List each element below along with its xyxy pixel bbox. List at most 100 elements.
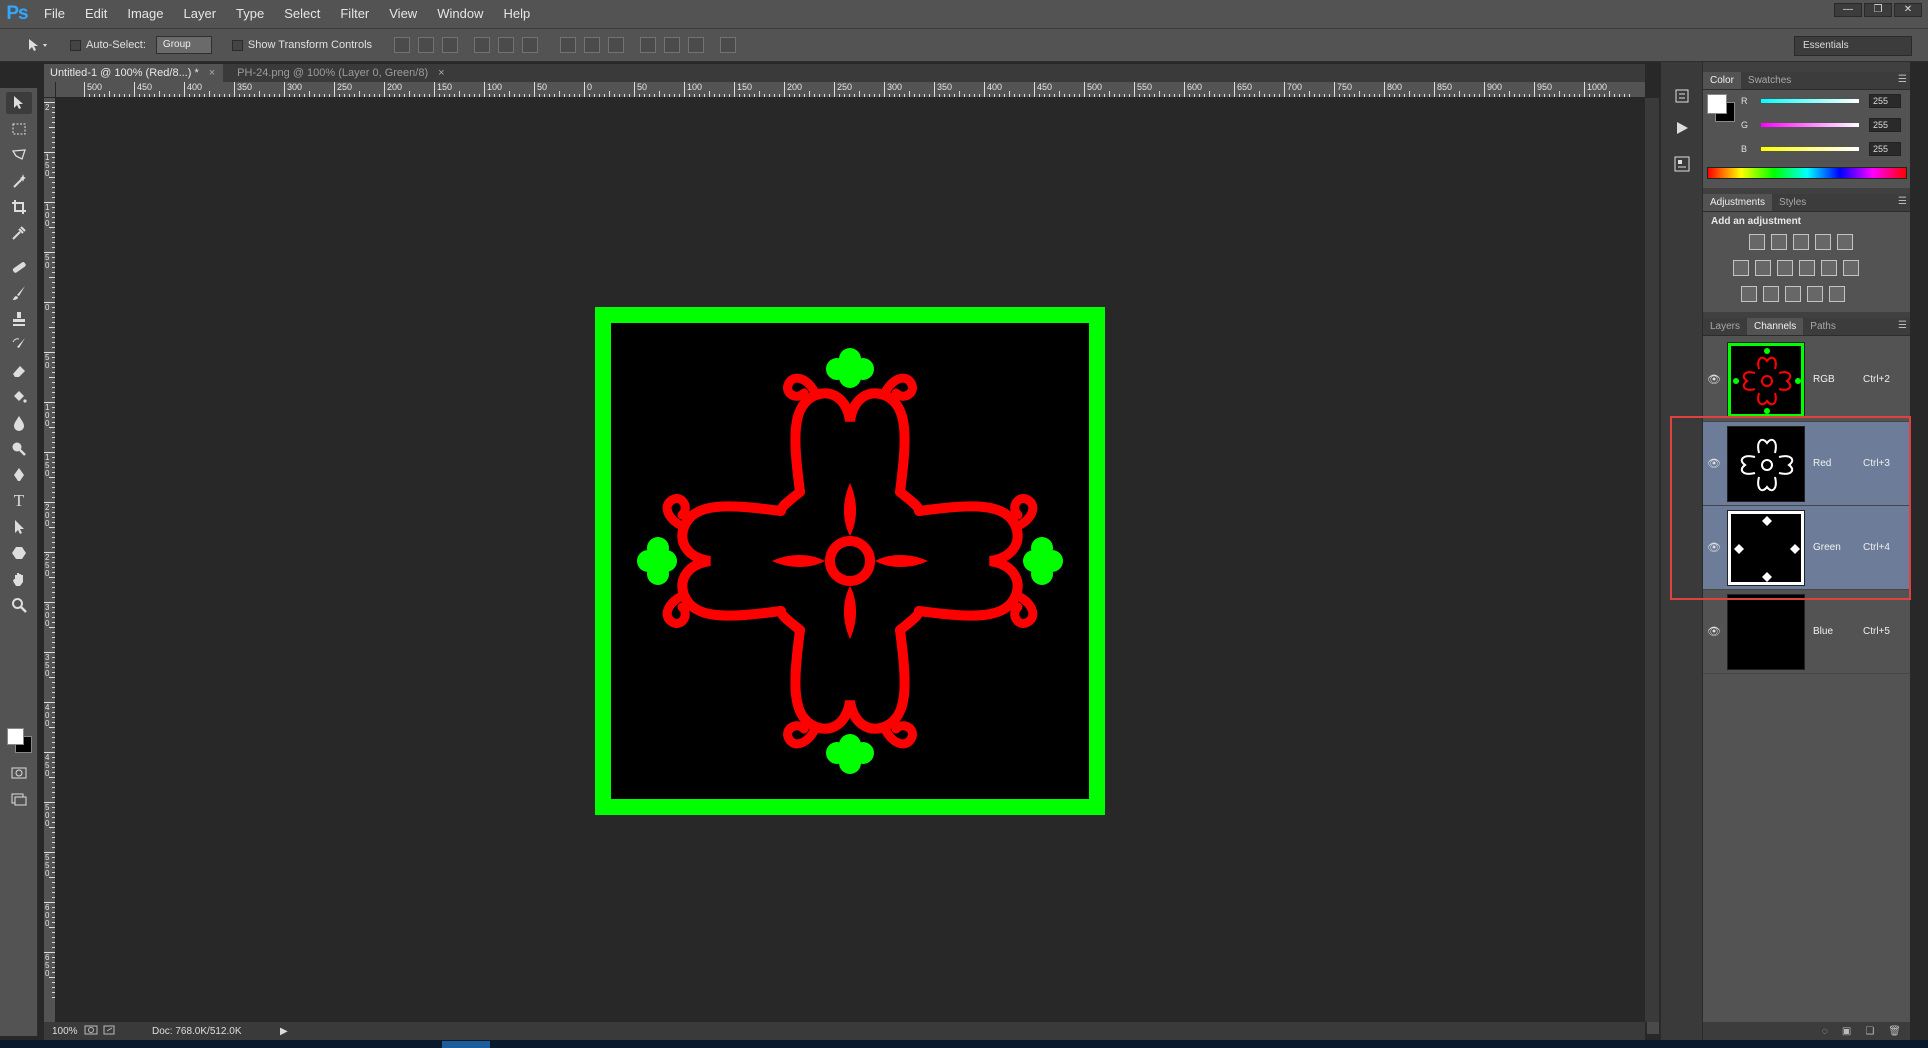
shape-icon[interactable]: [6, 542, 32, 564]
black-white-icon[interactable]: [1777, 260, 1793, 276]
tab-channels[interactable]: Channels: [1747, 318, 1804, 335]
history-brush-icon[interactable]: [6, 334, 32, 356]
photo-filter-icon[interactable]: [1799, 260, 1815, 276]
levels-icon[interactable]: [1771, 234, 1787, 250]
taskbar-active-item[interactable]: [442, 1041, 490, 1048]
lasso-icon[interactable]: [6, 144, 32, 166]
stamp-icon[interactable]: [6, 308, 32, 330]
align-hcenter-icon[interactable]: [498, 37, 515, 53]
foreground-color-swatch[interactable]: [7, 728, 24, 745]
menu-image[interactable]: Image: [117, 0, 173, 28]
zoom-level-field[interactable]: 100%: [44, 1026, 84, 1037]
visibility-eye-icon[interactable]: 👁: [1703, 625, 1725, 638]
status-menu-arrow[interactable]: ▶: [280, 1026, 288, 1037]
invert-icon[interactable]: [1741, 286, 1757, 302]
document-canvas[interactable]: [595, 307, 1105, 815]
color-foreground-swatch[interactable]: [1707, 94, 1727, 114]
menu-help[interactable]: Help: [493, 0, 540, 28]
tab-styles[interactable]: Styles: [1772, 194, 1813, 211]
visibility-eye-icon[interactable]: 👁: [1703, 373, 1725, 386]
move-tool-preset-icon[interactable]: [22, 34, 56, 56]
channel-row-blue[interactable]: 👁 Blue Ctrl+5: [1703, 590, 1911, 674]
menu-type[interactable]: Type: [226, 0, 274, 28]
align-vcenter-icon[interactable]: [418, 37, 435, 53]
threshold-icon[interactable]: [1785, 286, 1801, 302]
blur-icon[interactable]: [6, 412, 32, 434]
auto-select-checkbox[interactable]: Auto-Select:: [70, 39, 146, 51]
curves-icon[interactable]: [1793, 234, 1809, 250]
slider-g[interactable]: [1761, 123, 1859, 127]
tab-untitled[interactable]: Untitled-1 @ 100% (Red/8...) * ×: [44, 64, 224, 82]
actions-play-icon[interactable]: [1669, 116, 1695, 140]
panel-menu-icon[interactable]: ☰: [1898, 74, 1907, 85]
dodge-icon[interactable]: [6, 438, 32, 460]
menu-select[interactable]: Select: [274, 0, 330, 28]
channel-mixer-icon[interactable]: [1821, 260, 1837, 276]
healing-icon[interactable]: [6, 256, 32, 278]
vertical-ruler[interactable]: 2 1 5 0 1 0 0 5 0 0 5 0 1 0 0 1 5 0 2 0 0 2 5 0 3 …: [44, 98, 56, 1022]
transform-controls-checkbox[interactable]: Show Transform Controls: [231, 39, 372, 51]
auto-select-box[interactable]: [70, 39, 81, 51]
distribute-left-icon[interactable]: [640, 37, 657, 53]
marquee-icon[interactable]: [6, 118, 32, 140]
history-panel-icon[interactable]: [1669, 84, 1695, 108]
close-button[interactable]: ✕: [1894, 3, 1922, 17]
auto-select-dropdown[interactable]: Group: [155, 36, 212, 54]
tab-color[interactable]: Color: [1703, 72, 1741, 89]
menu-view[interactable]: View: [379, 0, 427, 28]
menu-filter[interactable]: Filter: [330, 0, 379, 28]
selective-color-icon[interactable]: [1807, 286, 1823, 302]
properties-panel-icon[interactable]: [1669, 152, 1695, 176]
menu-edit[interactable]: Edit: [75, 0, 117, 28]
eraser-icon[interactable]: [6, 360, 32, 382]
quick-mask-icon[interactable]: [6, 762, 32, 784]
posterize-icon[interactable]: [1763, 286, 1779, 302]
brightness-icon[interactable]: [1749, 234, 1765, 250]
menu-file[interactable]: File: [34, 0, 75, 28]
close-tab-icon[interactable]: ×: [209, 64, 215, 82]
new-channel-icon[interactable]: ❏: [1865, 1026, 1874, 1037]
restore-button[interactable]: ❐: [1864, 3, 1892, 17]
vertical-scrollbar[interactable]: [1645, 98, 1659, 1022]
zoom-icon[interactable]: [6, 594, 32, 616]
slider-r[interactable]: [1761, 99, 1859, 103]
tab-paths[interactable]: Paths: [1803, 318, 1843, 335]
save-selection-icon[interactable]: ▣: [1842, 1026, 1851, 1037]
align-bottom-icon[interactable]: [442, 37, 459, 53]
ruler-corner[interactable]: [44, 82, 56, 98]
panel-menu-icon[interactable]: ☰: [1898, 320, 1907, 331]
magic-wand-icon[interactable]: [6, 170, 32, 192]
distribute-top-icon[interactable]: [560, 37, 577, 53]
load-selection-icon[interactable]: ◌: [1822, 1026, 1828, 1037]
distribute-bottom-icon[interactable]: [608, 37, 625, 53]
value-g[interactable]: 255: [1869, 118, 1901, 132]
value-r[interactable]: 255: [1869, 94, 1901, 108]
hue-saturation-icon[interactable]: [1733, 260, 1749, 276]
auto-align-icon[interactable]: [720, 37, 737, 53]
type-icon[interactable]: T: [6, 490, 32, 512]
distribute-right-icon[interactable]: [688, 37, 705, 53]
menu-layer[interactable]: Layer: [174, 0, 227, 28]
tab-adjustments[interactable]: Adjustments: [1703, 194, 1773, 211]
value-b[interactable]: 255: [1869, 142, 1901, 156]
align-top-icon[interactable]: [394, 37, 411, 53]
move-icon[interactable]: [6, 92, 32, 114]
distribute-vcenter-icon[interactable]: [584, 37, 601, 53]
vibrance-icon[interactable]: [1837, 234, 1853, 250]
distribute-hcenter-icon[interactable]: [664, 37, 681, 53]
menu-window[interactable]: Window: [427, 0, 493, 28]
minimize-button[interactable]: —: [1834, 3, 1862, 17]
panel-menu-icon[interactable]: ☰: [1898, 196, 1907, 207]
channel-row-rgb[interactable]: 👁 RGB Ctrl+2: [1703, 338, 1911, 422]
color-balance-icon[interactable]: [1755, 260, 1771, 276]
crop-icon[interactable]: [6, 196, 32, 218]
brush-icon[interactable]: [6, 282, 32, 304]
align-right-icon[interactable]: [522, 37, 539, 53]
screen-mode-icon[interactable]: [6, 788, 32, 810]
bucket-icon[interactable]: [6, 386, 32, 408]
delete-channel-icon[interactable]: 🗑: [1888, 1026, 1901, 1037]
close-tab-icon[interactable]: ×: [438, 64, 444, 82]
tab-ph24[interactable]: PH-24.png @ 100% (Layer 0, Green/8) ×: [231, 64, 452, 82]
status-icons[interactable]: [84, 1025, 130, 1038]
gradient-map-icon[interactable]: [1829, 286, 1845, 302]
